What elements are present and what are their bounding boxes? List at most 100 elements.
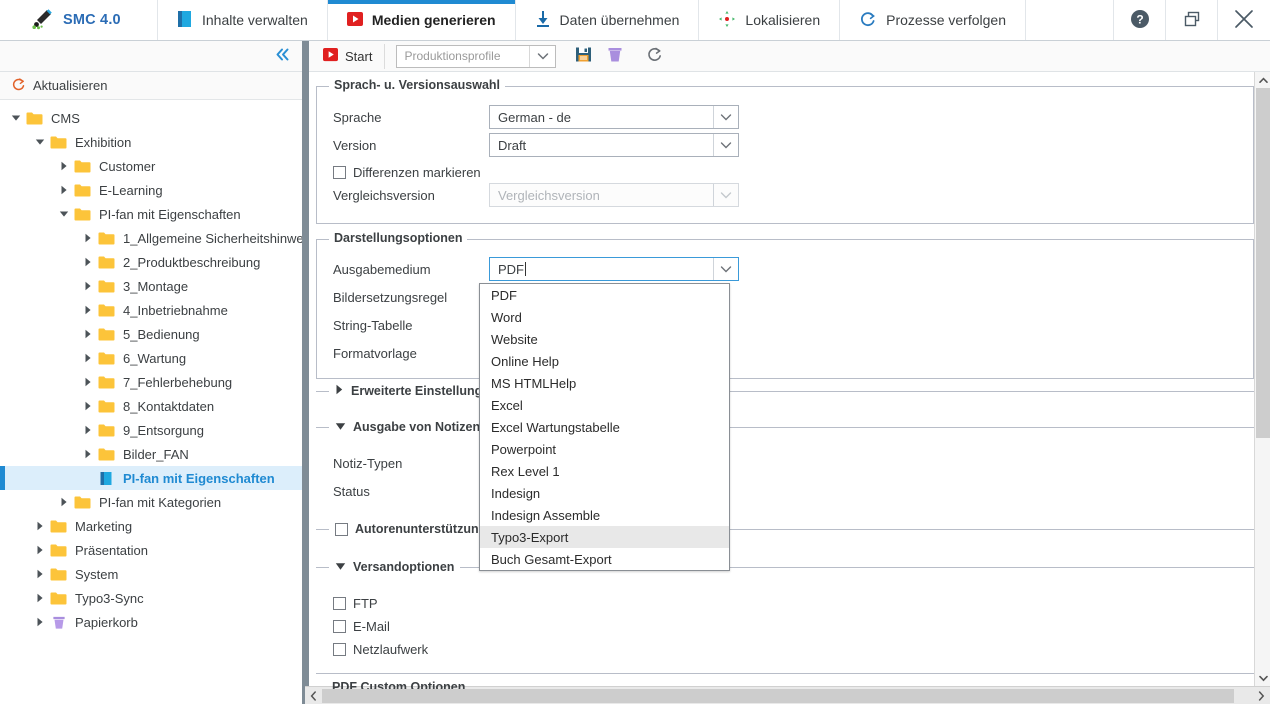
chevron-right-icon[interactable] [32, 614, 48, 630]
save-profile-button[interactable] [568, 41, 599, 72]
tree-item[interactable]: System [0, 562, 302, 586]
tree-item[interactable]: PI-fan mit Eigenschaften [0, 466, 302, 490]
dropdown-option[interactable]: Excel Wartungstabelle [480, 416, 729, 438]
horizontal-scrollbar-thumb[interactable] [322, 689, 1234, 703]
tree-item[interactable]: 7_Fehlerbehebung [0, 370, 302, 394]
label-formatvorlage: Formatvorlage [333, 346, 417, 361]
tree-item[interactable]: PI-fan mit Eigenschaften [0, 202, 302, 226]
ausgabemedium-combo[interactable]: PDF [489, 257, 739, 281]
chevron-down-icon[interactable] [713, 106, 738, 128]
version-combo[interactable]: Draft [489, 133, 739, 157]
section-ausgabe-von-notizen[interactable]: Ausgabe von Notizen [329, 420, 487, 434]
tree-item-label: 1_Allgemeine Sicherheitshinweise [123, 230, 302, 246]
section-erweiterte-einstellungen[interactable]: Erweiterte Einstellungen [329, 384, 503, 398]
chevron-down-icon[interactable] [713, 258, 738, 280]
chevron-right-icon[interactable] [80, 350, 96, 366]
ftp-checkbox[interactable]: FTP [333, 596, 378, 611]
chevron-right-icon[interactable] [80, 326, 96, 342]
double-chevron-left-icon[interactable] [274, 47, 291, 65]
chevron-down-icon[interactable] [56, 206, 72, 222]
dropdown-option[interactable]: Indesign [480, 482, 729, 504]
vertical-splitter-top[interactable] [302, 41, 309, 72]
dropdown-option[interactable]: Powerpoint [480, 438, 729, 460]
scroll-right-button[interactable] [1253, 687, 1270, 704]
vertical-scrollbar[interactable] [1254, 72, 1270, 686]
tree-item[interactable]: Präsentation [0, 538, 302, 562]
chevron-right-icon[interactable] [56, 158, 72, 174]
start-button[interactable]: Start [317, 43, 386, 69]
scroll-down-button[interactable] [1255, 670, 1270, 686]
close-button[interactable] [1218, 0, 1270, 40]
chevron-right-icon[interactable] [32, 590, 48, 606]
dropdown-option[interactable]: Typo3-Export [480, 526, 729, 548]
chevron-down-icon[interactable] [529, 45, 555, 67]
autorenunterstuetzung-checkbox[interactable] [335, 522, 348, 536]
tree-item[interactable]: CMS [0, 106, 302, 130]
scroll-left-button[interactable] [305, 687, 322, 704]
tab-medien-generieren[interactable]: Medien generieren [327, 0, 516, 40]
dropdown-option[interactable]: Website [480, 328, 729, 350]
dropdown-option[interactable]: Online Help [480, 350, 729, 372]
tree-item[interactable]: 4_Inbetriebnahme [0, 298, 302, 322]
tab-lokalisieren[interactable]: Lokalisieren [699, 0, 841, 40]
chevron-right-icon[interactable] [80, 446, 96, 462]
chevron-down-icon[interactable] [713, 134, 738, 156]
chevron-right-icon[interactable] [80, 374, 96, 390]
chevron-right-icon[interactable] [80, 398, 96, 414]
help-button[interactable]: ? [1114, 0, 1166, 40]
tree-item[interactable]: Customer [0, 154, 302, 178]
refresh-button[interactable]: Aktualisieren [0, 72, 302, 100]
tree-item[interactable]: 1_Allgemeine Sicherheitshinweise [0, 226, 302, 250]
chevron-right-icon[interactable] [80, 422, 96, 438]
differenzen-markieren-checkbox[interactable]: Differenzen markieren [333, 165, 481, 180]
chevron-down-icon[interactable] [32, 134, 48, 150]
tree-item[interactable]: Papierkorb [0, 610, 302, 634]
chevron-right-icon[interactable] [80, 254, 96, 270]
chevron-right-icon[interactable] [80, 302, 96, 318]
tab-prozesse-verfolgen[interactable]: Prozesse verfolgen [840, 0, 1026, 40]
tree-item[interactable]: E-Learning [0, 178, 302, 202]
chevron-right-icon[interactable] [32, 566, 48, 582]
chevron-right-icon[interactable] [32, 518, 48, 534]
scroll-up-button[interactable] [1255, 72, 1270, 88]
dropdown-option[interactable]: Word [480, 306, 729, 328]
dropdown-option[interactable]: Buch Gesamt-Export [480, 548, 729, 570]
tree-item[interactable]: PI-fan mit Kategorien [0, 490, 302, 514]
chevron-down-icon[interactable] [8, 110, 24, 126]
section-versandoptionen[interactable]: Versandoptionen [329, 560, 461, 574]
dropdown-option[interactable]: MS HTMLHelp [480, 372, 729, 394]
tab-inhalte-verwalten[interactable]: Inhalte verwalten [158, 0, 328, 40]
tree-item[interactable]: 5_Bedienung [0, 322, 302, 346]
vertical-splitter[interactable] [302, 72, 309, 704]
chevron-right-icon[interactable] [56, 494, 72, 510]
vertical-scrollbar-thumb[interactable] [1256, 88, 1270, 438]
email-checkbox[interactable]: E-Mail [333, 619, 390, 634]
tree-item[interactable]: Typo3-Sync [0, 586, 302, 610]
netzlaufwerk-checkbox[interactable]: Netzlaufwerk [333, 642, 428, 657]
dropdown-option[interactable]: Indesign Assemble [480, 504, 729, 526]
tree-item[interactable]: 2_Produktbeschreibung [0, 250, 302, 274]
tree-item[interactable]: 3_Montage [0, 274, 302, 298]
dropdown-option[interactable]: Rex Level 1 [480, 460, 729, 482]
ausgabemedium-dropdown-list[interactable]: PDF Word Website Online Help MS HTMLHelp Exce… [479, 283, 730, 571]
tree-item[interactable]: Marketing [0, 514, 302, 538]
chevron-right-icon[interactable] [80, 230, 96, 246]
chevron-right-icon[interactable] [80, 278, 96, 294]
tree-item[interactable]: Bilder_FAN [0, 442, 302, 466]
reload-profile-button[interactable] [639, 41, 670, 72]
dropdown-option[interactable]: Excel [480, 394, 729, 416]
chevron-right-icon[interactable] [56, 182, 72, 198]
restore-button[interactable] [1166, 0, 1218, 40]
tree-item[interactable]: 8_Kontaktdaten [0, 394, 302, 418]
sprache-combo[interactable]: German - de [489, 105, 739, 129]
delete-profile-button[interactable] [599, 41, 630, 72]
checkbox-box [333, 166, 346, 179]
dropdown-option[interactable]: PDF [480, 284, 729, 306]
tree-item[interactable]: 9_Entsorgung [0, 418, 302, 442]
production-profile-combo[interactable]: Produktionsprofile [396, 44, 557, 68]
tab-daten-uebernehmen[interactable]: Daten übernehmen [516, 0, 700, 40]
section-autorenunterstuetzung[interactable]: Autorenunterstützung [329, 522, 493, 536]
tree-item[interactable]: 6_Wartung [0, 346, 302, 370]
tree-item[interactable]: Exhibition [0, 130, 302, 154]
chevron-right-icon[interactable] [32, 542, 48, 558]
